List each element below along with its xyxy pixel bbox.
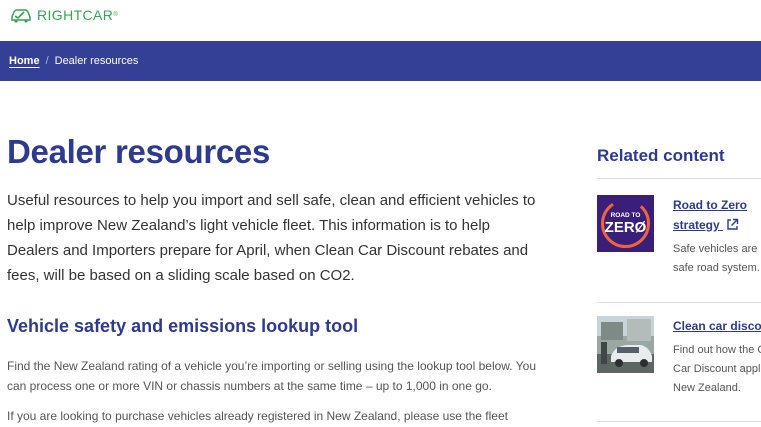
- card-divider: [597, 178, 761, 179]
- road-to-zero-link-text: strategy: [673, 218, 720, 232]
- section-title-lookup-tool: Vehicle safety and emissions lookup tool: [7, 316, 359, 336]
- breadcrumb-separator: /: [45, 55, 49, 67]
- clean-car-desc-2: Car Discount applie: [673, 363, 761, 375]
- clean-car-desc-3: New Zealand.: [673, 382, 741, 394]
- road-to-zero-logo: ROAD TO ZERØ: [597, 195, 654, 252]
- logo-wordmark: RIGHTCAR: [37, 7, 114, 23]
- breadcrumb: Home / Dealer resources: [0, 41, 761, 81]
- intro-paragraph: Useful resources to help you import and …: [7, 192, 536, 284]
- lookup-description: Find the New Zealand rating of a vehicle…: [7, 359, 536, 393]
- fleet-description: If you are looking to purchase vehicles …: [7, 409, 508, 423]
- svg-text:ROAD TO: ROAD TO: [611, 212, 641, 219]
- clean-car-discount-link[interactable]: Clean car discou: [673, 316, 761, 337]
- breadcrumb-current: Dealer resources: [54, 55, 139, 67]
- card-divider: [597, 302, 761, 303]
- breadcrumb-home-link[interactable]: Home: [9, 55, 40, 67]
- logo-trademark: ®: [113, 12, 118, 18]
- site-header: RIGHTCAR ®: [0, 0, 761, 41]
- rightcar-logo[interactable]: RIGHTCAR ®: [9, 6, 118, 24]
- clean-car-thumbnail[interactable]: [597, 316, 654, 373]
- card-divider: [597, 421, 761, 422]
- clean-car-desc-1: Find out how the Cl: [673, 344, 761, 356]
- road-to-zero-desc-2: safe road system.: [673, 262, 760, 274]
- car-charging-photo: [597, 316, 654, 373]
- page-title: Dealer resources: [7, 133, 271, 170]
- road-to-zero-link-line2[interactable]: strategy: [673, 215, 739, 236]
- svg-text:ZERØ: ZERØ: [605, 219, 647, 236]
- road-to-zero-link[interactable]: Road to Zero: [673, 195, 747, 216]
- external-link-icon: [727, 218, 739, 230]
- car-logo-icon: [11, 9, 31, 23]
- road-to-zero-thumbnail[interactable]: ROAD TO ZERØ: [597, 195, 654, 252]
- road-to-zero-desc-1: Safe vehicles are pa: [673, 243, 761, 255]
- related-content-title: Related content: [597, 146, 725, 165]
